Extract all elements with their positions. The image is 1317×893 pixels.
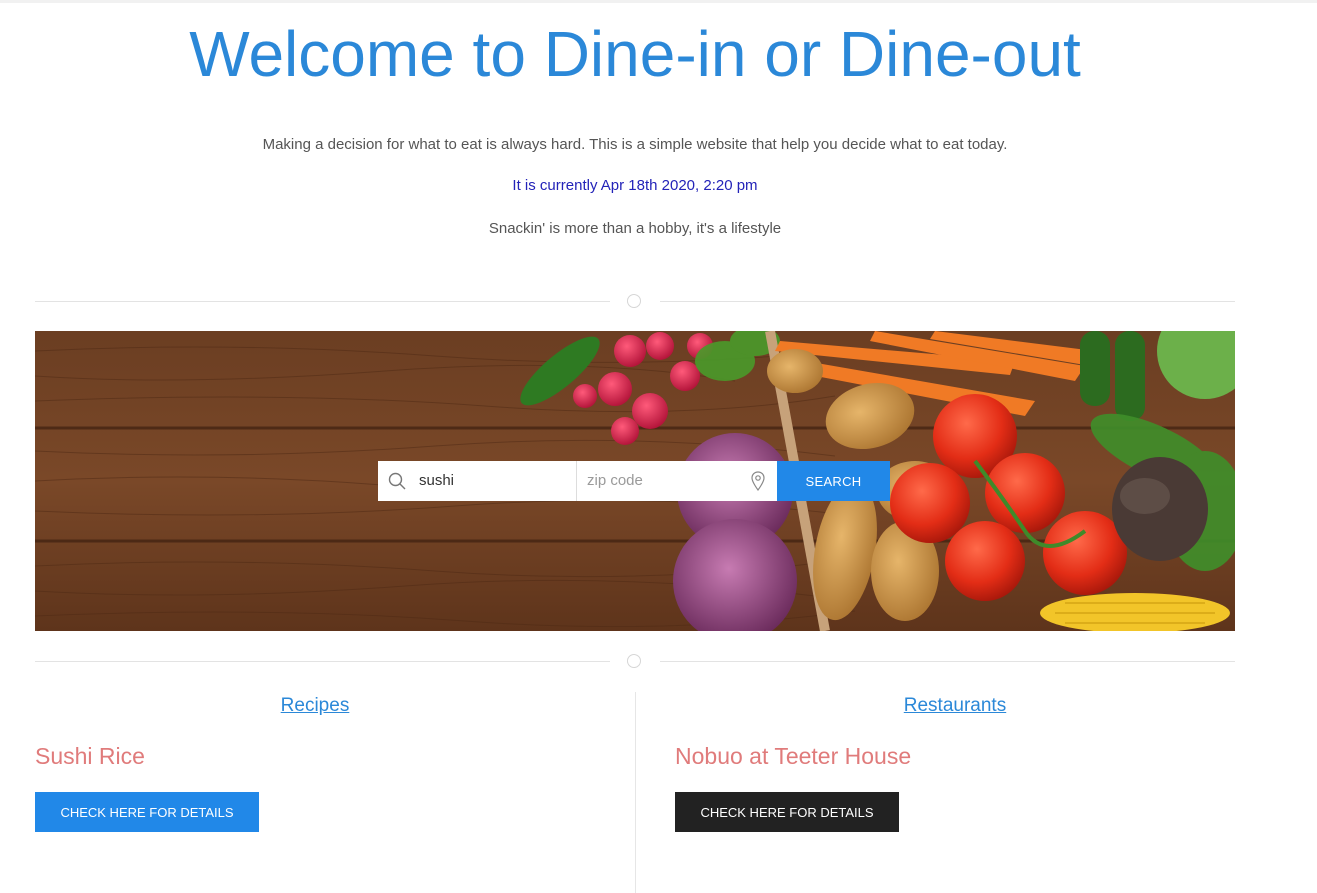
- recipe-title: Sushi Rice: [35, 743, 145, 769]
- tagline-text: Snackin' is more than a hobby, it's a li…: [488, 220, 782, 237]
- search-bar: sushi zip code SEARCH: [378, 461, 891, 501]
- divider-line: [35, 661, 610, 662]
- search-icon: [388, 472, 406, 490]
- intro-text: Making a decision for what to eat is alw…: [262, 136, 1008, 153]
- divider-circle: [627, 294, 641, 308]
- page: Welcome to Dine-in or Dine-out Making a …: [0, 0, 1317, 893]
- divider-line: [660, 661, 1235, 662]
- search-button[interactable]: SEARCH: [777, 461, 890, 501]
- search-input-value: sushi: [419, 472, 455, 489]
- divider-line: [660, 301, 1235, 302]
- bottom-divider: [35, 653, 1235, 669]
- restaurants-link[interactable]: Restaurants: [675, 694, 1235, 718]
- recipe-details-button[interactable]: CHECK HERE FOR DETAILS: [35, 792, 259, 832]
- recipes-link[interactable]: Recipes: [35, 694, 595, 718]
- search-input[interactable]: sushi: [378, 461, 577, 501]
- page-title: Welcome to Dine-in or Dine-out: [189, 18, 1081, 90]
- divider-line: [35, 301, 610, 302]
- zip-code-input[interactable]: zip code: [577, 461, 777, 501]
- column-separator: [635, 692, 636, 893]
- top-divider: [35, 293, 1235, 309]
- zip-code-placeholder: zip code: [587, 472, 643, 489]
- divider-circle: [627, 654, 641, 668]
- restaurant-title: Nobuo at Teeter House: [675, 743, 912, 769]
- restaurant-details-button[interactable]: CHECK HERE FOR DETAILS: [675, 792, 899, 832]
- current-time-text: It is currently Apr 18th 2020, 2:20 pm: [512, 177, 758, 194]
- location-pin-icon: [751, 471, 765, 491]
- top-rule: [0, 0, 1317, 3]
